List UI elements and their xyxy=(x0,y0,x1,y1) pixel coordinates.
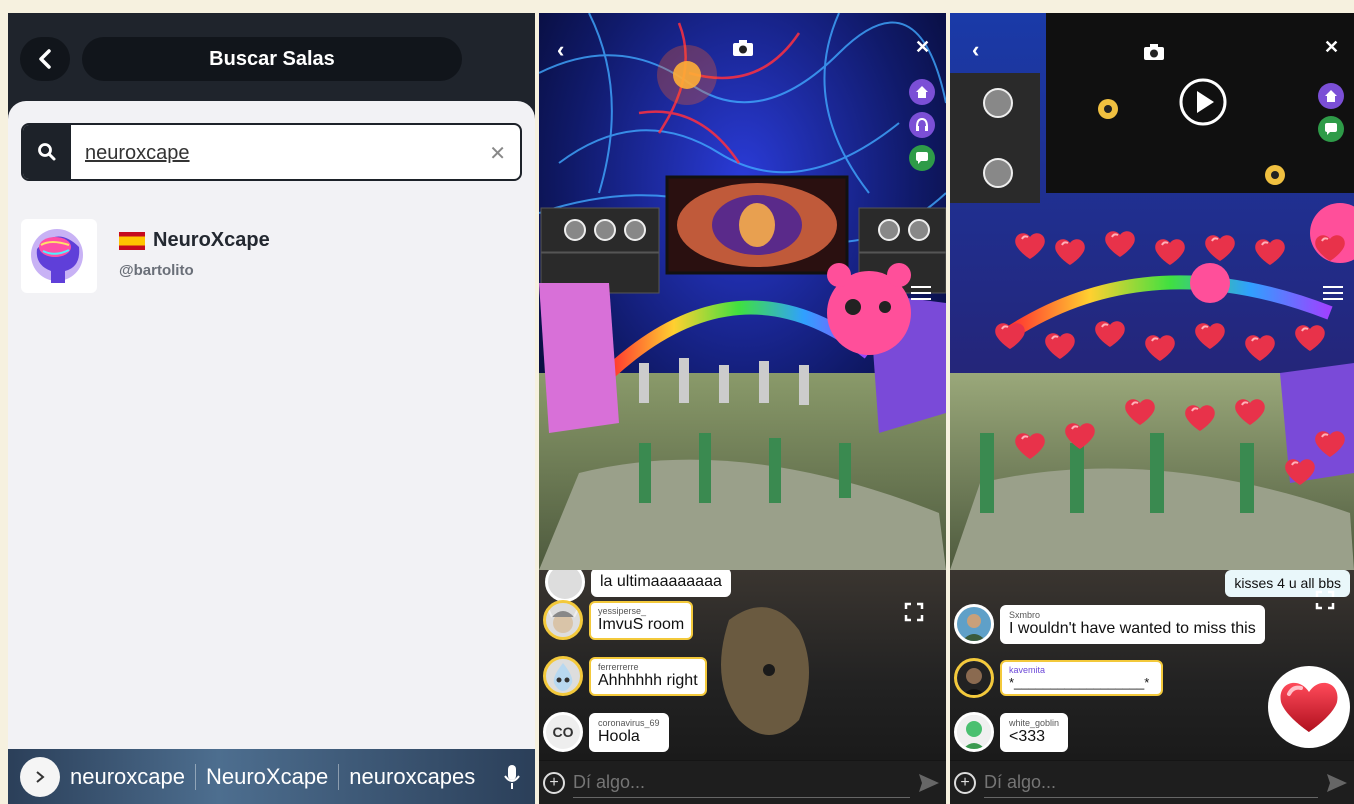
back-icon[interactable]: ‹ xyxy=(557,37,564,63)
message-text: <333 xyxy=(1009,727,1046,745)
menu-icon[interactable] xyxy=(1323,286,1343,302)
camera-icon[interactable] xyxy=(1143,43,1165,61)
fullscreen-icon[interactable] xyxy=(1315,590,1335,610)
chat-message-partial: la ultimaaaaaaaa xyxy=(545,570,731,602)
viking-avatar[interactable] xyxy=(543,600,583,640)
user-avatar[interactable] xyxy=(545,570,585,602)
room-owner-handle: @bartolito xyxy=(119,262,194,279)
back-button[interactable] xyxy=(20,37,70,81)
close-icon[interactable]: ✕ xyxy=(915,37,930,58)
man-avatar[interactable] xyxy=(954,604,994,644)
send-heart-button[interactable] xyxy=(1268,666,1350,748)
send-icon[interactable] xyxy=(918,773,940,793)
username: kavemita xyxy=(1009,665,1046,675)
suggestion-word[interactable]: neuroxcape xyxy=(60,763,196,790)
chat-area: la ultimaaaaaaaa yessiperse_ ImvuS room … xyxy=(539,570,946,760)
chat-input[interactable] xyxy=(573,767,910,798)
room-name-text: NeuroXcape xyxy=(153,229,270,251)
microphone-icon[interactable] xyxy=(503,763,521,791)
chat-message: yessiperse_ ImvuS room xyxy=(543,600,694,640)
drop-avatar[interactable] xyxy=(543,656,583,696)
add-icon[interactable]: + xyxy=(543,771,565,794)
heart-icon xyxy=(1280,682,1338,732)
chat-message: CO coronavirus_69 Hoola xyxy=(543,712,669,752)
home-icon xyxy=(1325,90,1337,102)
chat-button[interactable] xyxy=(909,145,935,171)
goblin-avatar[interactable] xyxy=(954,712,994,752)
search-content: ✕ NeuroXcape @bartolito xyxy=(8,101,535,761)
username: white_goblin xyxy=(1009,717,1060,728)
play-icon[interactable] xyxy=(1178,77,1228,127)
username: coronavirus_69 xyxy=(598,717,660,728)
back-icon[interactable]: ‹ xyxy=(972,37,979,63)
search-icon xyxy=(23,125,71,179)
message-text: *__________________* xyxy=(1009,675,1150,690)
username: Sxmbro xyxy=(1009,609,1041,620)
message-text: Ahhhhhh right xyxy=(598,671,698,689)
send-icon[interactable] xyxy=(1326,773,1348,793)
home-button[interactable] xyxy=(1318,83,1344,109)
message-text: kisses 4 u all bbs xyxy=(1234,575,1341,591)
suggestion-word[interactable]: NeuroXcape xyxy=(196,763,340,790)
camera-icon[interactable] xyxy=(732,39,754,57)
room-view-left: ‹ ✕ la ultimaaaaaaaa yessiperse_ ImvuS r… xyxy=(539,13,946,804)
chat-input-bar: + xyxy=(539,761,946,804)
room-3d-scene[interactable]: ‹ ✕ xyxy=(950,13,1354,570)
chat-message: Sxmbro I wouldn't have wanted to miss th… xyxy=(954,604,1265,644)
chat-button[interactable] xyxy=(1318,116,1344,142)
page-title: Buscar Salas xyxy=(82,37,462,81)
top-bar: Buscar Salas xyxy=(8,13,535,105)
room-view-right: ‹ ✕ kisses 4 u all bbs Sxmbro I wouldn't… xyxy=(950,13,1354,804)
chat-message: kavemita *__________________* xyxy=(954,658,1164,698)
chat-icon xyxy=(916,152,928,164)
message-text: la ultimaaaaaaaa xyxy=(600,572,722,590)
headphones-icon xyxy=(916,118,928,131)
menu-icon[interactable] xyxy=(911,286,931,302)
keyboard-suggestion-bar: neuroxcape NeuroXcape neuroxcapes xyxy=(8,749,535,804)
suggestion-word[interactable]: neuroxcapes xyxy=(339,764,485,790)
chat-input[interactable] xyxy=(984,767,1318,798)
chevron-left-icon xyxy=(39,49,51,69)
clear-icon[interactable]: ✕ xyxy=(489,141,506,166)
screenshot-collage: Buscar Salas ✕ xyxy=(0,0,1354,804)
chat-message: white_goblin <333 xyxy=(954,712,1069,752)
search-rooms-screen: Buscar Salas ✕ xyxy=(8,13,535,804)
message-text: ImvuS room xyxy=(598,615,685,633)
spain-flag-icon xyxy=(119,231,145,250)
message-text: Hoola xyxy=(598,727,640,745)
audio-button[interactable] xyxy=(909,112,935,138)
home-icon xyxy=(916,86,928,98)
close-icon[interactable]: ✕ xyxy=(1324,37,1339,58)
chat-input-bar: + xyxy=(950,761,1354,804)
room-name: NeuroXcape xyxy=(119,229,270,252)
room-3d-scene[interactable]: ‹ ✕ xyxy=(539,13,946,570)
expand-suggestions-button[interactable] xyxy=(20,756,60,797)
username: yessiperse_ xyxy=(598,605,647,616)
search-input[interactable] xyxy=(85,135,485,171)
initials-avatar[interactable]: CO xyxy=(543,712,583,752)
chat-message: ferrerrerre Ahhhhhh right xyxy=(543,656,707,696)
add-icon[interactable]: + xyxy=(954,771,976,794)
username: ferrerrerre xyxy=(598,661,639,672)
search-bar: ✕ xyxy=(21,123,522,181)
room-thumbnail xyxy=(21,219,97,293)
home-button[interactable] xyxy=(909,79,935,105)
message-text: I wouldn't have wanted to miss this xyxy=(1009,619,1256,637)
room-result-item[interactable]: NeuroXcape @bartolito xyxy=(21,217,501,297)
chevron-right-icon xyxy=(36,770,45,783)
chat-icon xyxy=(1325,123,1337,135)
dark-avatar[interactable] xyxy=(954,658,994,698)
fullscreen-icon[interactable] xyxy=(904,602,924,622)
